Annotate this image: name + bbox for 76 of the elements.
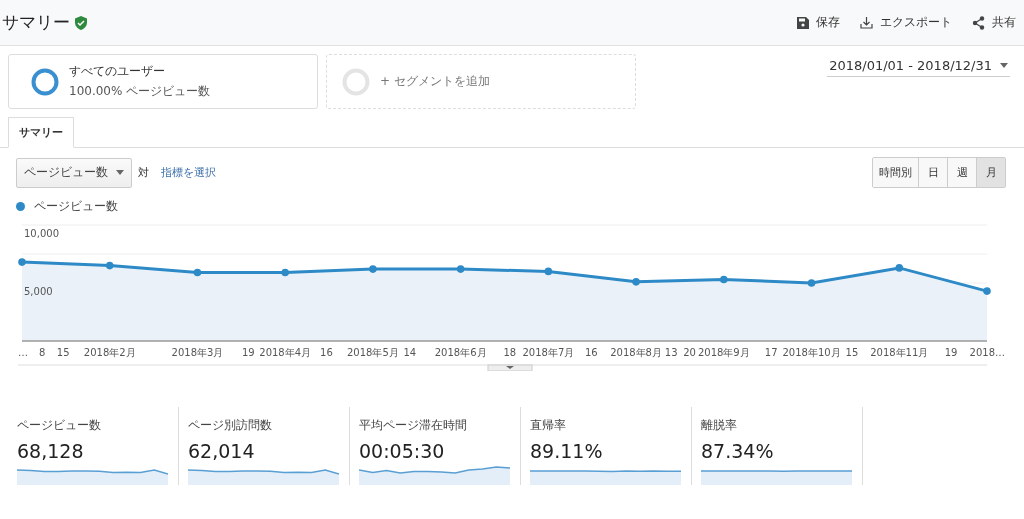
tab[interactable]: サマリー xyxy=(8,117,74,148)
axis-label: 15 xyxy=(56,347,70,358)
interval-button[interactable]: 週 xyxy=(947,158,976,187)
interval-button[interactable]: 日 xyxy=(918,158,947,187)
interval-button[interactable]: 時間別 xyxy=(873,158,918,187)
axis-label: 19 xyxy=(241,347,255,358)
data-point xyxy=(720,275,728,284)
data-point xyxy=(18,258,26,266)
axis-label: 2018年6月 xyxy=(434,347,487,358)
export-button[interactable]: エクスポート xyxy=(860,14,952,31)
data-point xyxy=(632,278,640,286)
data-point xyxy=(281,268,289,277)
axis-label: 2018… xyxy=(969,347,1005,358)
metric-label: ページ別訪問数 xyxy=(188,417,273,434)
legend-label: ページビュー数 xyxy=(34,198,118,215)
metric-value: 89.11% xyxy=(530,440,604,462)
download-icon xyxy=(860,16,873,29)
axis-label: 2018年5月 xyxy=(347,347,399,358)
data-point xyxy=(895,264,904,272)
caret-icon xyxy=(116,170,124,175)
save-icon xyxy=(797,16,809,29)
axis-label: 5,000 xyxy=(24,286,53,297)
add-segment-card[interactable]: + セグメントを追加 xyxy=(326,54,636,109)
data-point xyxy=(544,267,553,276)
axis-label: 19 xyxy=(944,347,958,358)
segment-detail: 100.00% ページビュー数 xyxy=(69,83,211,100)
axis-label: 14 xyxy=(403,347,417,358)
axis-label: 2018年4月 xyxy=(259,347,312,358)
axis-label: 15 xyxy=(845,347,859,358)
axis-label: 16 xyxy=(320,347,333,358)
axis-label: 2018年3月 xyxy=(171,347,224,358)
axis-label: 2018年11月 xyxy=(870,347,929,358)
interval-button[interactable]: 月 xyxy=(976,158,1005,187)
axis-label: … xyxy=(18,347,28,358)
axis-label: 2018年7月 xyxy=(522,347,575,358)
date-range-selector[interactable]: 2018/01/01 - 2018/12/31 xyxy=(827,58,1010,77)
metric-value: 62,014 xyxy=(188,440,256,462)
select-metric-link[interactable]: 指標を選択 xyxy=(161,165,216,180)
data-point xyxy=(105,261,114,270)
metric-label: 離脱率 xyxy=(701,417,738,434)
axis-label: 20 xyxy=(683,347,696,358)
share-button[interactable]: 共有 xyxy=(972,14,1016,31)
metric-value: 68,128 xyxy=(17,440,85,462)
axis-label: 2018年2月 xyxy=(83,347,136,358)
data-point xyxy=(807,279,816,287)
segment-name: すべてのユーザー xyxy=(69,63,166,80)
share-icon xyxy=(972,15,985,30)
axis-label: 10,000 xyxy=(24,228,59,239)
axis-label: 13 xyxy=(664,347,678,358)
axis-label: 2018年9月 xyxy=(697,347,750,358)
metric-dropdown[interactable]: ページビュー数 xyxy=(16,157,132,188)
data-point xyxy=(983,287,991,295)
collapse-handle[interactable] xyxy=(487,364,533,371)
axis-label: 16 xyxy=(585,347,598,358)
page-title: サマリー xyxy=(2,11,70,34)
axis-label: 2018年8月 xyxy=(610,347,662,358)
metric-label: ページビュー数 xyxy=(17,417,102,434)
metric-value: 00:05:30 xyxy=(359,440,446,462)
save-button[interactable]: 保存 xyxy=(797,14,840,31)
empty-ring-icon xyxy=(342,67,370,96)
metric-label: 平均ページ滞在時間 xyxy=(359,417,468,434)
ring-icon xyxy=(31,67,59,96)
verified-shield-icon xyxy=(75,15,87,30)
metric-value: 87.34% xyxy=(701,440,775,462)
segment-name: + セグメントを追加 xyxy=(380,73,490,90)
metric-label: 直帰率 xyxy=(530,417,567,434)
axis-label: 17 xyxy=(764,347,778,358)
axis-label: 2018年10月 xyxy=(782,347,841,358)
data-point xyxy=(369,265,377,273)
data-point xyxy=(193,268,202,277)
axis-label: 8 xyxy=(39,347,46,358)
axis-label: 18 xyxy=(503,347,517,358)
segment-card[interactable]: すべてのユーザー 100.00% ページビュー数 xyxy=(8,54,318,109)
caret-icon xyxy=(1000,63,1008,68)
data-point xyxy=(456,265,465,273)
versus-label: 対 xyxy=(138,165,149,180)
